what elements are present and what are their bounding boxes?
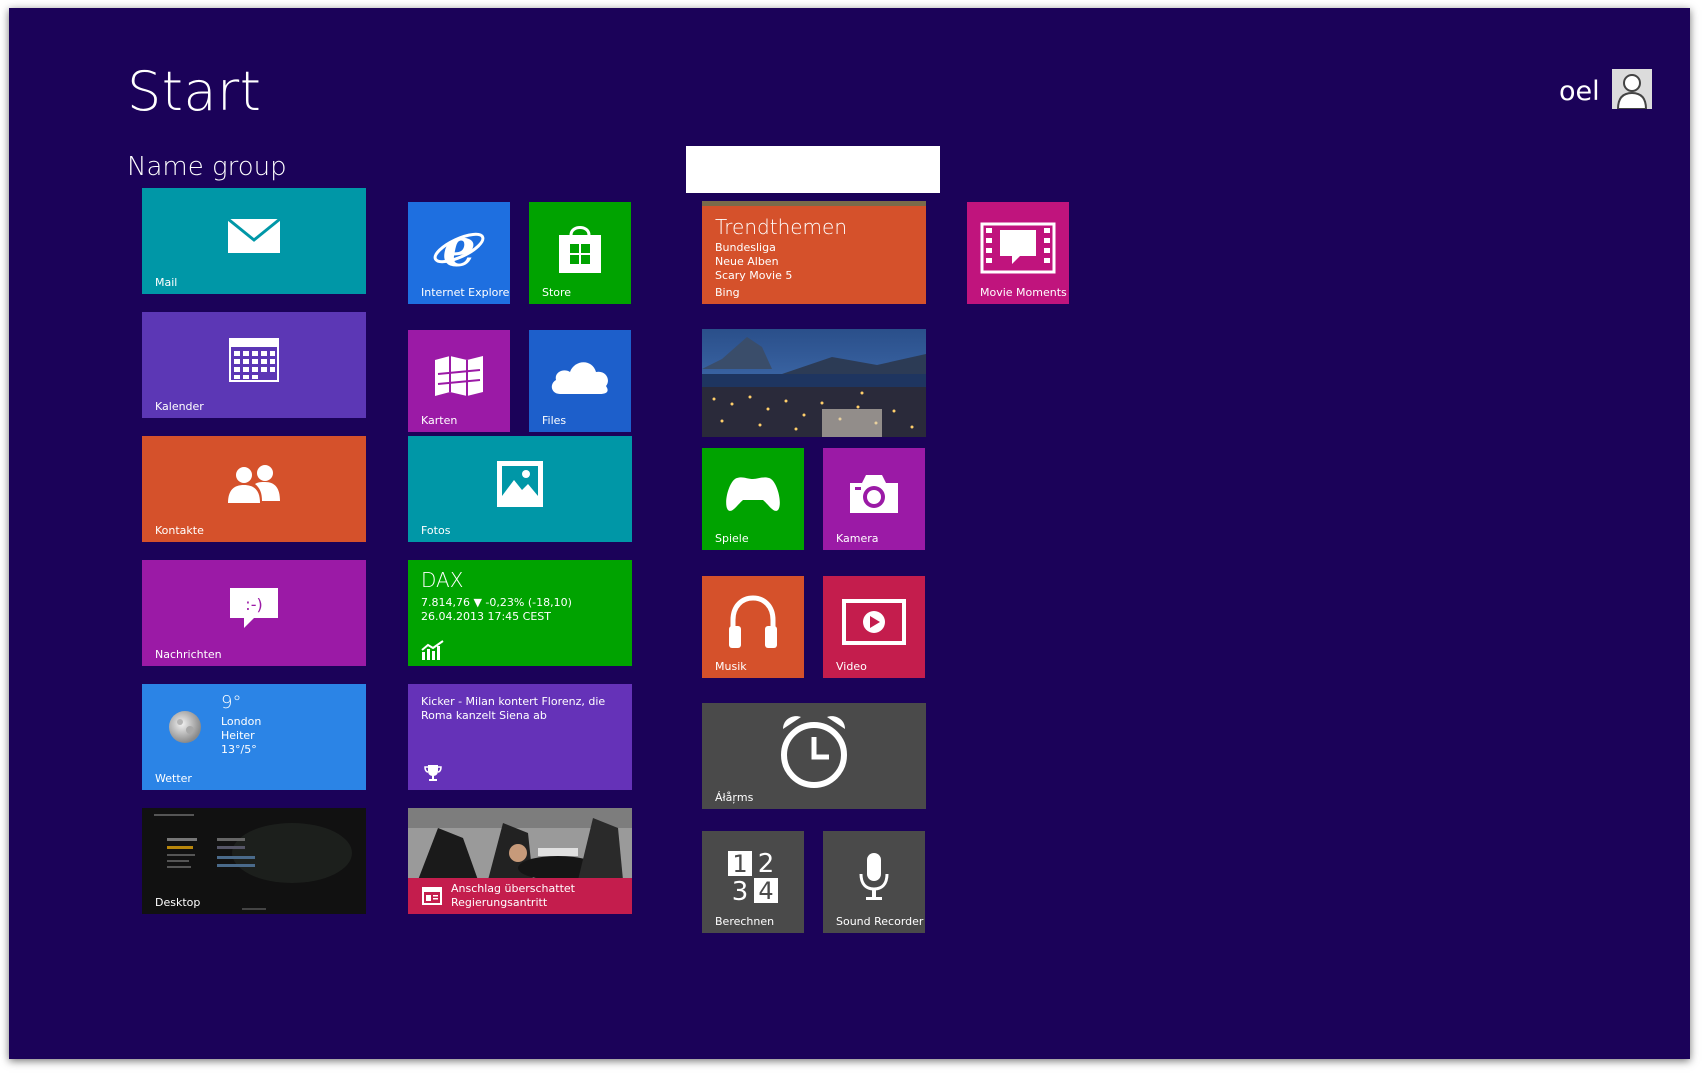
tile-label: Karten [421,414,458,427]
weather-temperature: 9° [221,692,242,713]
tile-spiele[interactable]: Spiele [702,448,804,550]
calculator-icon: 1 2 3 4 [728,850,778,904]
svg-text:3: 3 [732,877,749,904]
tile-label: Wetter [155,772,192,785]
tile-bing[interactable]: Trendthemen Bundesliga Neue Alben Scary … [702,201,926,304]
tile-news[interactable]: Anschlag überschattet Regierungsantritt [408,808,632,914]
svg-text:4: 4 [758,877,773,904]
tile-nachrichten[interactable]: :-) Nachrichten [142,560,366,666]
tile-label: Movie Moments [980,286,1067,299]
calendar-icon [229,337,279,382]
tile-label: Nachrichten [155,648,222,661]
tile-label: Bing [715,286,740,299]
tile-travel-photo[interactable] [702,329,926,437]
tile-sound-recorder[interactable]: Sound Recorder [823,831,925,933]
tile-fotos[interactable]: Fotos [408,436,632,542]
people-icon [228,464,280,503]
bing-item-1: Bundesliga [715,241,776,254]
moon-icon [169,711,201,743]
tile-label: Berechnen [715,915,775,928]
tile-label: Fotos [421,524,451,537]
avatar[interactable] [1612,69,1652,109]
map-icon [435,355,483,396]
controller-icon [726,477,780,511]
group-rename-input[interactable] [686,146,940,193]
tile-desktop[interactable]: Desktop [142,808,366,914]
tile-video[interactable]: Video [823,576,925,678]
svg-text:1: 1 [732,850,747,878]
user-name[interactable]: oel [1559,76,1600,107]
tile-kalender[interactable]: Kalender [142,312,366,418]
tile-musik[interactable]: Musik [702,576,804,678]
tile-label: Musik [715,660,747,673]
tile-kamera[interactable]: Kamera [823,448,925,550]
bing-item-3: Scary Movie 5 [715,269,793,282]
tile-berechnen[interactable]: 1 2 3 4 Berechnen [702,831,804,933]
tile-label: Internet Explorer [421,286,510,299]
tile-files[interactable]: Files [529,330,631,432]
tile-label: Kontakte [155,524,204,537]
tile-label: Files [542,414,567,427]
tile-dax[interactable]: DAX 7.814,76 ▼ -0,23% (-18,10) 26.04.201… [408,560,632,666]
finance-title: DAX [421,568,464,592]
tile-karten[interactable]: Karten [408,330,510,432]
bing-item-2: Neue Alben [715,255,779,268]
weather-range: 13°/5° [221,743,257,756]
page-title: Start [127,60,262,123]
news-photo-image [408,808,632,880]
svg-text:2: 2 [758,850,775,879]
bing-image-strip [702,201,926,206]
cloud-icon [551,362,608,394]
tile-label: Desktop [155,896,201,909]
weather-condition: Heiter [221,729,255,742]
microphone-icon [859,852,889,900]
tile-store[interactable]: Store [529,202,631,304]
group-name-label[interactable]: Name group [127,152,287,182]
svg-text:e: e [442,222,475,274]
alarm-clock-icon [781,715,847,788]
city-night-photo-image [702,329,926,437]
tile-mail[interactable]: Mail [142,188,366,294]
svg-text::-): :-) [245,595,262,614]
tile-label: Kalender [155,400,204,413]
tile-kontakte[interactable]: Kontakte [142,436,366,542]
sport-headline: Kicker - Milan kontert Florenz, die Roma… [421,695,606,722]
start-screen: Start Name group oel Mail Kalender Konta… [9,8,1690,1059]
tile-label: Spiele [715,532,749,545]
message-icon: :-) [230,587,278,628]
news-headline: Anschlag überschattet Regierungsantritt [451,882,575,909]
bing-title: Trendthemen [715,215,848,239]
weather-city: London [221,715,262,728]
news-icon [422,887,442,905]
tile-label: Mail [155,276,178,289]
headphones-icon [729,595,777,648]
user-icon [1612,69,1652,109]
tile-sport[interactable]: Kicker - Milan kontert Florenz, die Roma… [408,684,632,790]
film-icon [980,222,1056,274]
finance-icon [421,640,444,660]
tile-label: Áłåŗms [715,791,754,804]
mail-icon [227,217,281,253]
tile-movie-moments[interactable]: Movie Moments [967,202,1069,304]
photo-icon [497,460,543,507]
finance-timestamp: 26.04.2013 17:45 CEST [421,610,552,623]
tile-alarms[interactable]: Áłåŗms [702,703,926,809]
ie-icon: e [433,222,485,274]
tile-wetter[interactable]: 9° London Heiter 13°/5° Wetter [142,684,366,790]
tile-label: Video [836,660,867,673]
finance-quote: 7.814,76 ▼ -0,23% (-18,10) [421,596,572,609]
store-icon [559,225,601,273]
play-icon [842,598,906,645]
tile-internet-explorer[interactable]: e Internet Explorer [408,202,510,304]
news-caption-bar: Anschlag überschattet Regierungsantritt [408,878,632,914]
camera-icon [850,474,898,513]
trophy-icon [424,765,442,781]
tile-label: Sound Recorder [836,915,924,928]
tile-label: Store [542,286,572,299]
tile-label: Kamera [836,532,879,545]
